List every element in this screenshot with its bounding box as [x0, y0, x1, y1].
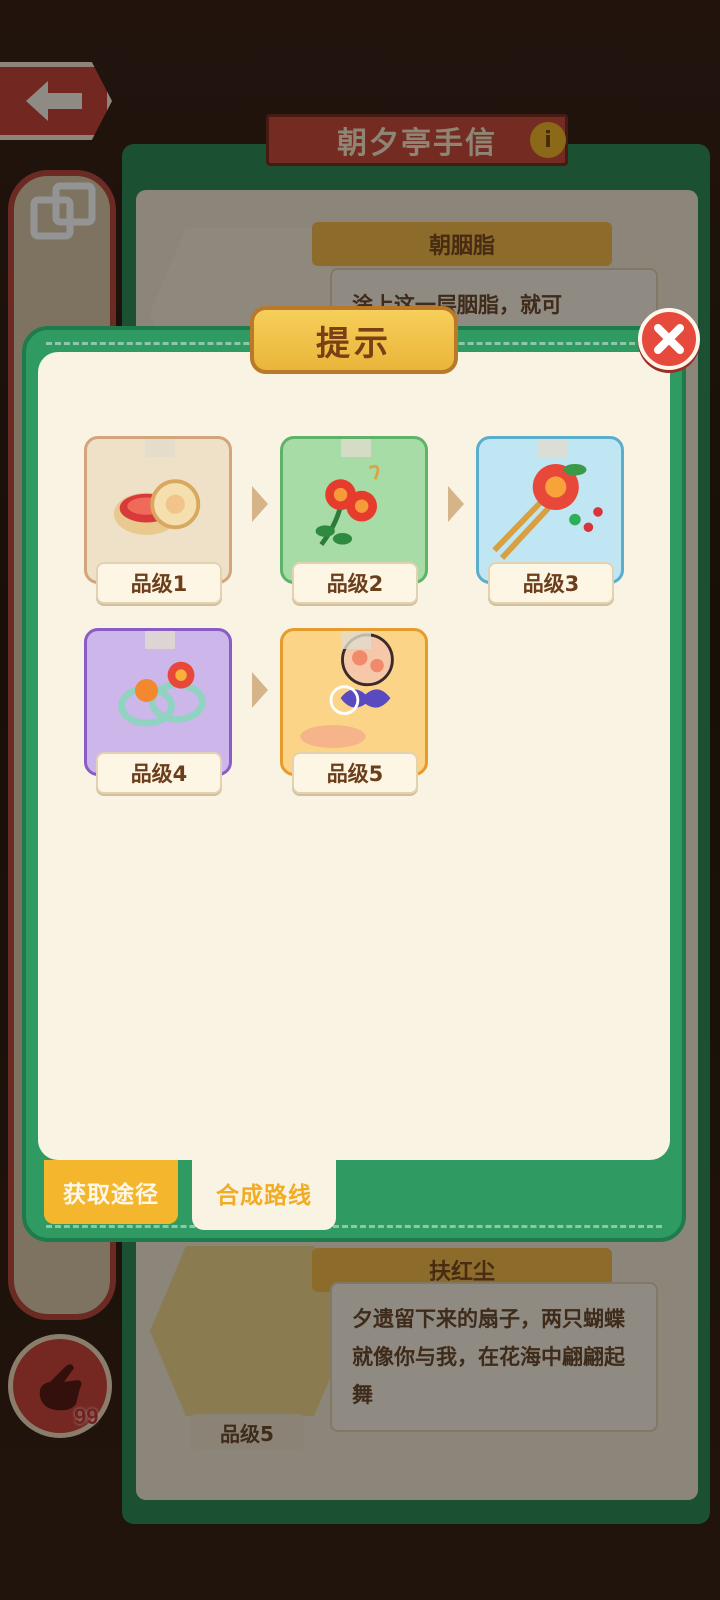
grade-label-5: 品级5 [292, 752, 418, 794]
grade-label-3: 品级3 [488, 562, 614, 604]
red-flower-earrings-icon [315, 464, 380, 546]
tape-decoration [145, 631, 175, 649]
tape-decoration [145, 439, 175, 457]
chevron-right-icon [252, 672, 268, 708]
tape-decoration [537, 439, 567, 457]
flower-hairpin-icon [492, 463, 603, 560]
dashed-border-bottom [46, 1225, 662, 1228]
tape-decoration [341, 631, 371, 649]
grade-label-1: 品级1 [96, 562, 222, 604]
chevron-right-icon [448, 486, 464, 522]
chevron-right-icon [252, 486, 268, 522]
modal-title: 提示 [250, 306, 458, 374]
close-icon [654, 324, 684, 354]
grade-label-4: 品级4 [96, 752, 222, 794]
tab-synthesis-route[interactable]: 合成路线 [192, 1156, 336, 1230]
close-button[interactable] [638, 308, 700, 370]
tab-acquire-method[interactable]: 获取途径 [44, 1160, 178, 1224]
grade-label-2: 品级2 [292, 562, 418, 604]
rouge-compact-icon [113, 479, 201, 535]
tape-decoration [341, 439, 371, 457]
